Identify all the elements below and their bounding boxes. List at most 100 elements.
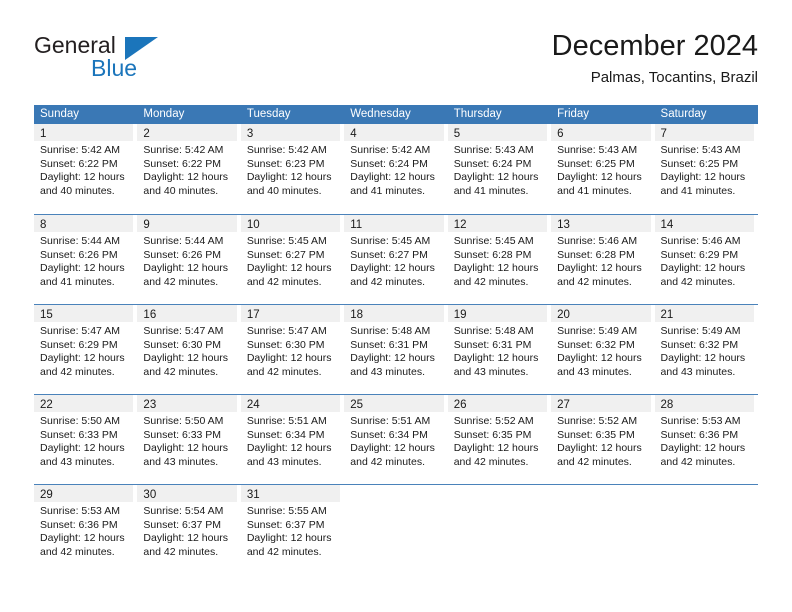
daylight-text-line2: and 42 minutes.	[246, 545, 322, 558]
day-number-band: 5	[447, 124, 548, 141]
daylight-text-line1: Daylight: 12 hours	[557, 171, 642, 184]
sunset-text: Sunset: 6:35 PM	[557, 428, 635, 441]
day-number: 8	[40, 219, 47, 231]
day-cell[interactable]: 11 Sunrise: 5:45 AM Sunset: 6:27 PM Dayligh…	[344, 215, 447, 304]
daylight-text-line1: Daylight: 12 hours	[40, 262, 125, 275]
day-details: Sunrise: 5:48 AM Sunset: 6:31 PM Daylight:…	[344, 322, 443, 379]
day-cell[interactable]: 31 Sunrise: 5:55 AM Sunset: 6:37 PM Dayligh…	[240, 485, 344, 574]
sunrise-text: Sunrise: 5:50 AM	[143, 415, 224, 427]
daylight-text-line1: Daylight: 12 hours	[143, 532, 229, 545]
sunrise-text: Sunrise: 5:45 AM	[350, 235, 431, 247]
daylight-text-line1: Daylight: 12 hours	[660, 442, 746, 455]
day-cell[interactable]: 2 Sunrise: 5:42 AM Sunset: 6:22 PM Daylight…	[137, 124, 240, 214]
day-number: 25	[350, 399, 364, 411]
day-cell[interactable]: 8 Sunrise: 5:44 AM Sunset: 6:26 PM Daylight…	[34, 215, 137, 304]
day-cell[interactable]: 20 Sunrise: 5:49 AM Sunset: 6:32 PM Dayligh…	[551, 305, 654, 394]
daylight-text-line2: and 40 minutes.	[40, 184, 115, 197]
day-number: 31	[246, 489, 260, 501]
sunset-text: Sunset: 6:33 PM	[40, 428, 118, 441]
day-cell[interactable]: 23 Sunrise: 5:50 AM Sunset: 6:33 PM Dayligh…	[137, 395, 240, 484]
daylight-text-line1: Daylight: 12 hours	[660, 352, 746, 365]
day-cell[interactable]: 7 Sunrise: 5:43 AM Sunset: 6:25 PM Daylight…	[654, 124, 758, 214]
calendar-page: General Blue December 2024 Palmas, Tocan…	[0, 0, 792, 612]
day-details: Sunrise: 5:42 AM Sunset: 6:23 PM Daylight:…	[241, 141, 340, 198]
day-number-band: 16	[137, 305, 237, 322]
day-details: Sunrise: 5:53 AM Sunset: 6:36 PM Daylight:…	[34, 502, 133, 559]
sunset-text: Sunset: 6:22 PM	[40, 157, 118, 170]
daylight-text-line2: and 42 minutes.	[350, 455, 425, 468]
day-number: 16	[143, 309, 157, 321]
day-number-band: 2	[137, 124, 237, 141]
day-details	[344, 502, 443, 505]
day-details: Sunrise: 5:44 AM Sunset: 6:26 PM Daylight:…	[34, 232, 133, 289]
daylight-text-line1: Daylight: 12 hours	[246, 442, 332, 455]
logo-general-blue[interactable]: General Blue	[34, 32, 234, 90]
sunrise-text: Sunrise: 5:55 AM	[246, 505, 327, 517]
day-number-band: 9	[137, 215, 237, 232]
day-number-band: 8	[34, 215, 134, 232]
logo-text-blue: Blue	[91, 55, 138, 81]
day-cell[interactable]: 27 Sunrise: 5:52 AM Sunset: 6:35 PM Dayligh…	[551, 395, 654, 484]
page-subtitle: Palmas, Tocantins, Brazil	[590, 69, 758, 86]
daylight-text-line1: Daylight: 12 hours	[143, 262, 229, 275]
day-cell[interactable]: 29 Sunrise: 5:53 AM Sunset: 6:36 PM Dayligh…	[34, 485, 137, 574]
day-cell[interactable]: 22 Sunrise: 5:50 AM Sunset: 6:33 PM Dayligh…	[34, 395, 137, 484]
sunrise-text: Sunrise: 5:46 AM	[660, 235, 741, 247]
day-cell[interactable]: 10 Sunrise: 5:45 AM Sunset: 6:27 PM Dayligh…	[240, 215, 344, 304]
sunset-text: Sunset: 6:32 PM	[557, 338, 635, 351]
day-cell[interactable]: 28 Sunrise: 5:53 AM Sunset: 6:36 PM Dayligh…	[654, 395, 758, 484]
sunset-text: Sunset: 6:31 PM	[453, 338, 532, 351]
day-cell[interactable]: 1 Sunrise: 5:42 AM Sunset: 6:22 PM Daylight…	[34, 124, 137, 214]
sunrise-text: Sunrise: 5:53 AM	[40, 505, 120, 517]
day-number-band: 1	[34, 124, 134, 141]
day-cell[interactable]: 3 Sunrise: 5:42 AM Sunset: 6:23 PM Daylight…	[240, 124, 344, 214]
day-number-band: 3	[240, 124, 341, 141]
day-number-band	[551, 485, 650, 502]
day-cell[interactable]: 6 Sunrise: 5:43 AM Sunset: 6:25 PM Daylight…	[551, 124, 654, 214]
day-details	[655, 502, 754, 505]
day-number-band: 22	[34, 395, 134, 412]
day-cell[interactable]: 15 Sunrise: 5:47 AM Sunset: 6:29 PM Dayligh…	[34, 305, 137, 394]
day-number-band: 25	[344, 395, 444, 412]
day-cell[interactable]: 5 Sunrise: 5:43 AM Sunset: 6:24 PM Daylight…	[447, 124, 551, 214]
weekday-header-row: Sunday Monday Tuesday Wednesday Thursday Frid…	[34, 105, 758, 124]
day-cell[interactable]: 9 Sunrise: 5:44 AM Sunset: 6:26 PM Daylight…	[137, 215, 240, 304]
day-number-band: 6	[551, 124, 651, 141]
day-cell[interactable]: 26 Sunrise: 5:52 AM Sunset: 6:35 PM Dayligh…	[447, 395, 551, 484]
daylight-text-line2: and 42 minutes.	[660, 455, 736, 468]
day-cell[interactable]: 21 Sunrise: 5:49 AM Sunset: 6:32 PM Dayligh…	[654, 305, 758, 394]
day-details: Sunrise: 5:52 AM Sunset: 6:35 PM Daylight:…	[551, 412, 650, 469]
daylight-text-line2: and 43 minutes.	[143, 455, 219, 468]
sunrise-text: Sunrise: 5:46 AM	[557, 235, 638, 247]
day-number: 28	[660, 399, 674, 411]
day-cell[interactable]: 4 Sunrise: 5:42 AM Sunset: 6:24 PM Daylight…	[344, 124, 447, 214]
daylight-text-line1: Daylight: 12 hours	[557, 442, 642, 455]
calendar-week-row: 22 Sunrise: 5:50 AM Sunset: 6:33 PM Dayligh…	[34, 394, 758, 484]
weekday-header-friday: Friday	[557, 108, 590, 120]
day-cell[interactable]: 25 Sunrise: 5:51 AM Sunset: 6:34 PM Dayligh…	[344, 395, 447, 484]
day-details: Sunrise: 5:51 AM Sunset: 6:34 PM Daylight:…	[241, 412, 340, 469]
daylight-text-line2: and 42 minutes.	[246, 275, 322, 288]
day-cell[interactable]: 24 Sunrise: 5:51 AM Sunset: 6:34 PM Dayligh…	[240, 395, 344, 484]
day-number-band	[448, 485, 547, 502]
day-cell[interactable]: 18 Sunrise: 5:48 AM Sunset: 6:31 PM Dayligh…	[344, 305, 447, 394]
day-cell[interactable]: 30 Sunrise: 5:54 AM Sunset: 6:37 PM Dayligh…	[137, 485, 240, 574]
day-cell[interactable]: 14 Sunrise: 5:46 AM Sunset: 6:29 PM Dayligh…	[654, 215, 758, 304]
daylight-text-line2: and 42 minutes.	[453, 275, 529, 288]
day-number: 19	[453, 309, 467, 321]
calendar-grid: Sunday Monday Tuesday Wednesday Thursday Frid…	[34, 105, 758, 574]
day-cell[interactable]: 19 Sunrise: 5:48 AM Sunset: 6:31 PM Dayligh…	[447, 305, 551, 394]
day-cell[interactable]: 17 Sunrise: 5:47 AM Sunset: 6:30 PM Dayligh…	[240, 305, 344, 394]
day-number-band: 23	[137, 395, 237, 412]
daylight-text-line2: and 42 minutes.	[143, 365, 219, 378]
day-cell[interactable]: 13 Sunrise: 5:46 AM Sunset: 6:28 PM Dayligh…	[551, 215, 654, 304]
day-details: Sunrise: 5:46 AM Sunset: 6:28 PM Daylight:…	[551, 232, 650, 289]
day-number-band: 27	[551, 395, 651, 412]
day-cell[interactable]: 16 Sunrise: 5:47 AM Sunset: 6:30 PM Dayligh…	[137, 305, 240, 394]
daylight-text-line2: and 43 minutes.	[40, 455, 115, 468]
day-cell[interactable]: 12 Sunrise: 5:45 AM Sunset: 6:28 PM Dayligh…	[447, 215, 551, 304]
daylight-text-line2: and 41 minutes.	[557, 184, 632, 197]
daylight-text-line1: Daylight: 12 hours	[557, 262, 642, 275]
daylight-text-line2: and 42 minutes.	[660, 275, 736, 288]
day-number-band: 24	[240, 395, 341, 412]
